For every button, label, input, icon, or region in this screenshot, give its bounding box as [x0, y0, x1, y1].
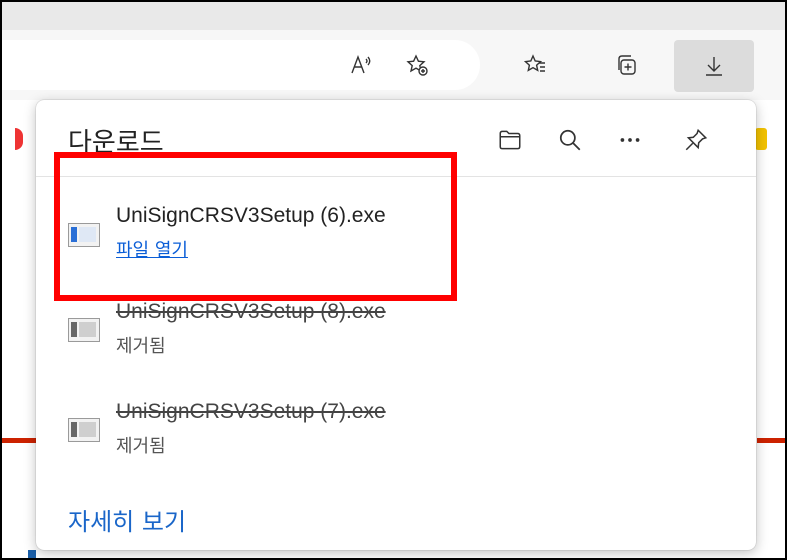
more-options-icon[interactable]: [610, 120, 650, 160]
download-file-name: UniSignCRSV3Setup (6).exe: [116, 204, 386, 227]
page-red-line-left: [2, 438, 36, 443]
exe-file-icon: [68, 418, 100, 442]
open-folder-icon[interactable]: [490, 120, 530, 160]
page-red-line-right: [757, 438, 785, 443]
exe-file-icon: [68, 318, 100, 342]
browser-window: 다운로드 UniSignCRSV3Setup (6).exe 파일 열기 Uni…: [0, 0, 787, 560]
page-yellow-element: [755, 128, 767, 150]
open-file-link[interactable]: 파일 열기: [116, 236, 188, 262]
collections-icon[interactable]: [604, 42, 650, 88]
download-item[interactable]: UniSignCRSV3Setup (8).exe 제거됨: [36, 290, 756, 380]
download-file-name: UniSignCRSV3Setup (7).exe: [116, 400, 386, 423]
favorites-icon[interactable]: [512, 42, 558, 88]
add-favorite-icon[interactable]: [394, 42, 440, 88]
downloads-panel: 다운로드 UniSignCRSV3Setup (6).exe 파일 열기 Uni…: [36, 100, 756, 550]
browser-toolbar: [2, 30, 785, 100]
pin-icon[interactable]: [676, 120, 716, 160]
downloads-panel-title: 다운로드: [68, 128, 164, 158]
exe-file-icon: [68, 223, 100, 247]
download-item[interactable]: UniSignCRSV3Setup (7).exe 제거됨: [36, 390, 756, 480]
download-file-name: UniSignCRSV3Setup (8).exe: [116, 300, 386, 323]
page-red-element: [15, 128, 23, 150]
download-status: 제거됨: [116, 336, 166, 357]
search-icon[interactable]: [550, 120, 590, 160]
download-item[interactable]: UniSignCRSV3Setup (6).exe 파일 열기: [36, 190, 756, 280]
downloads-panel-header: 다운로드: [36, 100, 756, 177]
downloads-icon[interactable]: [674, 40, 754, 92]
download-status: 제거됨: [116, 436, 166, 457]
read-aloud-icon[interactable]: [338, 42, 384, 88]
see-more-link[interactable]: 자세히 보기: [68, 502, 186, 537]
page-blue-element: [28, 550, 36, 558]
tab-strip: [2, 2, 785, 31]
